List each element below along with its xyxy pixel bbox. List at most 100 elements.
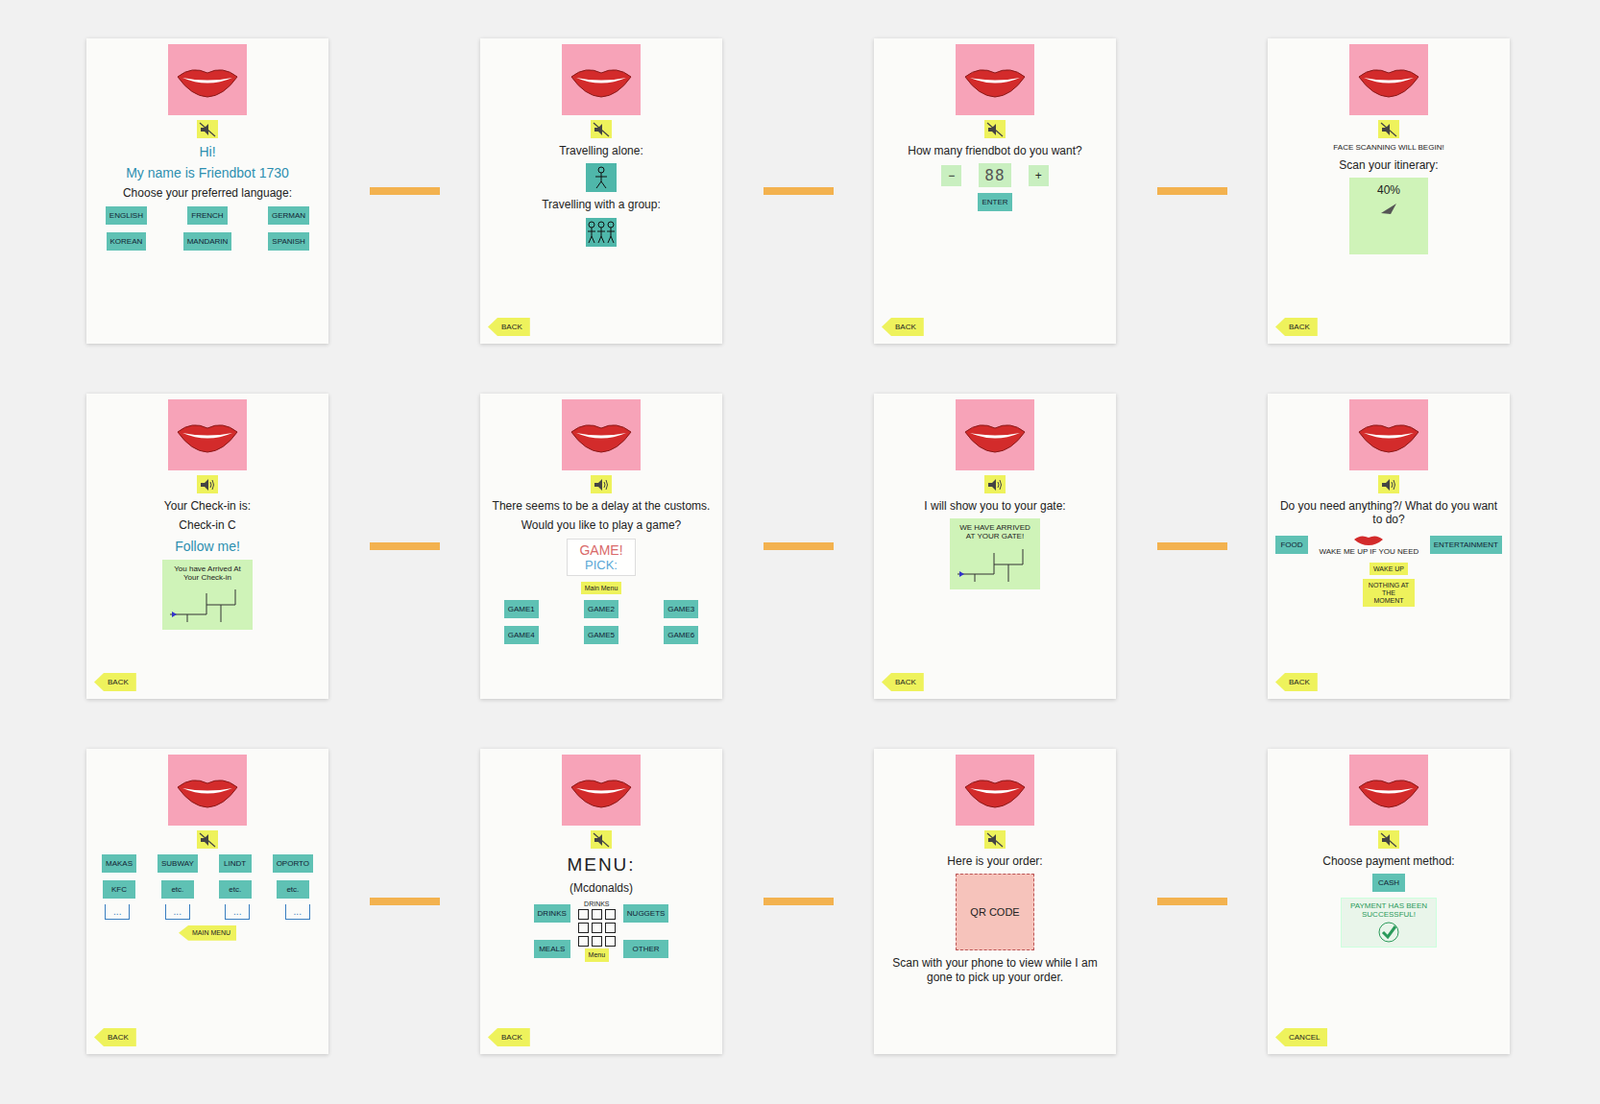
item-box[interactable] — [605, 922, 616, 934]
screen-content: MENU:(Mcdonalds)DRINKSMEALSDRINKSMenuNUG… — [487, 854, 715, 1023]
option-button[interactable]: GAME1 — [504, 600, 539, 619]
greeting-text: My name is Friendbot 1730 — [125, 165, 290, 181]
option-button[interactable]: etc. — [276, 880, 310, 899]
back-button[interactable]: BACK — [881, 673, 924, 692]
muted-speaker-icon — [986, 121, 1004, 138]
map-icon — [955, 545, 1035, 584]
menu-caption: DRINKS — [583, 900, 609, 908]
lips-icon — [1349, 754, 1429, 826]
travel-group-button[interactable] — [585, 218, 617, 247]
back-button[interactable]: BACK — [94, 1028, 137, 1047]
count-display: 88 — [978, 163, 1011, 188]
screen-card: Choose payment method:CASHPAYMENT HAS BE… — [1267, 749, 1510, 1055]
option-button[interactable]: GERMAN — [267, 206, 310, 225]
scan-area[interactable]: 40% — [1349, 177, 1429, 255]
placeholder-option[interactable]: ... — [224, 904, 250, 921]
muted-speaker-icon — [986, 832, 1004, 849]
storyboard-row: Hi!My name is Friendbot 1730Choose your … — [86, 38, 1510, 344]
screen-card: There seems to be a delay at the customs… — [480, 393, 723, 700]
speaker-button[interactable] — [590, 120, 612, 139]
category-button[interactable]: NUGGETS — [623, 904, 670, 923]
speaker-button[interactable] — [196, 120, 219, 139]
speaker-button[interactable] — [1378, 830, 1400, 849]
speaker-button[interactable] — [984, 475, 1006, 494]
speaker-button[interactable] — [1378, 120, 1400, 139]
option-button[interactable]: OPORTO — [272, 854, 314, 873]
option-button[interactable]: ENTER — [977, 193, 1012, 212]
option-button[interactable]: GAME3 — [663, 600, 699, 619]
option-button[interactable]: GAME2 — [583, 600, 619, 619]
back-button[interactable]: BACK — [1275, 317, 1318, 337]
food-button[interactable]: FOOD — [1275, 535, 1309, 555]
placeholder-option[interactable]: ... — [285, 904, 311, 921]
entertainment-button[interactable]: ENTERTAINMENT — [1430, 535, 1503, 555]
option-button[interactable]: ENGLISH — [105, 206, 147, 225]
category-button[interactable]: OTHER — [623, 940, 670, 959]
back-button[interactable]: CANCEL — [1275, 1028, 1328, 1047]
option-button[interactable]: SPANISH — [267, 232, 310, 251]
placeholder-option[interactable]: ... — [165, 904, 191, 921]
speaker-button[interactable] — [590, 475, 612, 494]
lips-icon — [1349, 44, 1429, 116]
item-box[interactable] — [605, 936, 616, 947]
category-button[interactable]: MEALS — [533, 940, 571, 959]
notice-text: FACE SCANNING WILL BEGIN! — [1333, 144, 1444, 153]
back-button[interactable]: BACK — [881, 317, 924, 337]
menu-heading: MENU: — [566, 854, 635, 876]
flow-connector — [763, 187, 834, 195]
back-button[interactable]: BACK — [1275, 673, 1318, 692]
speaker-button[interactable] — [984, 120, 1006, 139]
option-button[interactable]: etc. — [161, 880, 194, 899]
item-box[interactable] — [591, 922, 603, 934]
lips-icon — [561, 399, 641, 471]
option-button[interactable]: MAKAS — [101, 854, 137, 873]
option-button[interactable]: LINDT — [218, 854, 252, 873]
speaker-icon — [1380, 477, 1398, 493]
option-button[interactable]: GAME4 — [504, 626, 539, 645]
action-button[interactable]: NOTHING AT THE MOMENT — [1362, 579, 1415, 607]
plus-button[interactable]: + — [1028, 165, 1049, 187]
muted-speaker-icon — [1380, 121, 1398, 138]
back-button[interactable]: BACK — [487, 1028, 531, 1047]
option-button[interactable]: etc. — [218, 880, 252, 899]
prompt-text: There seems to be a delay at the customs… — [492, 499, 711, 513]
item-box[interactable] — [578, 922, 589, 934]
overlay-text: GAME! — [579, 542, 623, 558]
option-button[interactable]: GAME5 — [583, 626, 619, 645]
option-button[interactable]: CASH — [1372, 873, 1406, 893]
option-button[interactable]: MANDARIN — [183, 232, 233, 251]
item-box[interactable] — [578, 936, 589, 947]
option-button[interactable]: KOREAN — [106, 232, 147, 251]
action-button[interactable]: WAKE UP — [1369, 562, 1408, 577]
menu-button[interactable]: Menu — [584, 948, 610, 963]
flow-connector — [369, 542, 440, 551]
option-button[interactable]: FRENCH — [187, 206, 227, 225]
option-button[interactable]: KFC — [102, 880, 136, 899]
option-button[interactable]: GAME6 — [663, 626, 699, 645]
placeholder-option[interactable]: ... — [104, 904, 130, 921]
speaker-icon — [592, 477, 610, 493]
choice-row: FOOD WAKE ME UP IF YOU NEED ENTERTAINMENT — [1275, 533, 1503, 558]
speaker-button[interactable] — [196, 475, 219, 494]
map-note: WE HAVE ARRIVED AT YOUR GATE! — [949, 518, 1041, 590]
item-box[interactable] — [578, 909, 589, 921]
screen-content: There seems to be a delay at the customs… — [487, 499, 715, 692]
item-box[interactable] — [591, 936, 603, 947]
travel-alone-button[interactable] — [585, 163, 617, 193]
option-button[interactable]: SUBWAY — [157, 854, 198, 873]
category-button[interactable]: DRINKS — [533, 904, 571, 923]
greeting-text: Hi! — [198, 144, 216, 160]
action-button[interactable]: Main Menu — [581, 581, 623, 596]
item-box[interactable] — [591, 909, 603, 921]
minus-button[interactable]: − — [941, 165, 962, 187]
speaker-button[interactable] — [196, 830, 219, 849]
wake-text: WAKE ME UP IF YOU NEED — [1318, 548, 1419, 558]
speaker-button[interactable] — [590, 830, 612, 849]
main-menu-button[interactable]: MAIN MENU — [178, 925, 237, 942]
map-icon — [168, 585, 247, 625]
item-box[interactable] — [605, 909, 616, 921]
speaker-button[interactable] — [984, 830, 1006, 849]
back-button[interactable]: BACK — [487, 317, 531, 337]
back-button[interactable]: BACK — [94, 673, 137, 692]
speaker-button[interactable] — [1378, 475, 1400, 494]
